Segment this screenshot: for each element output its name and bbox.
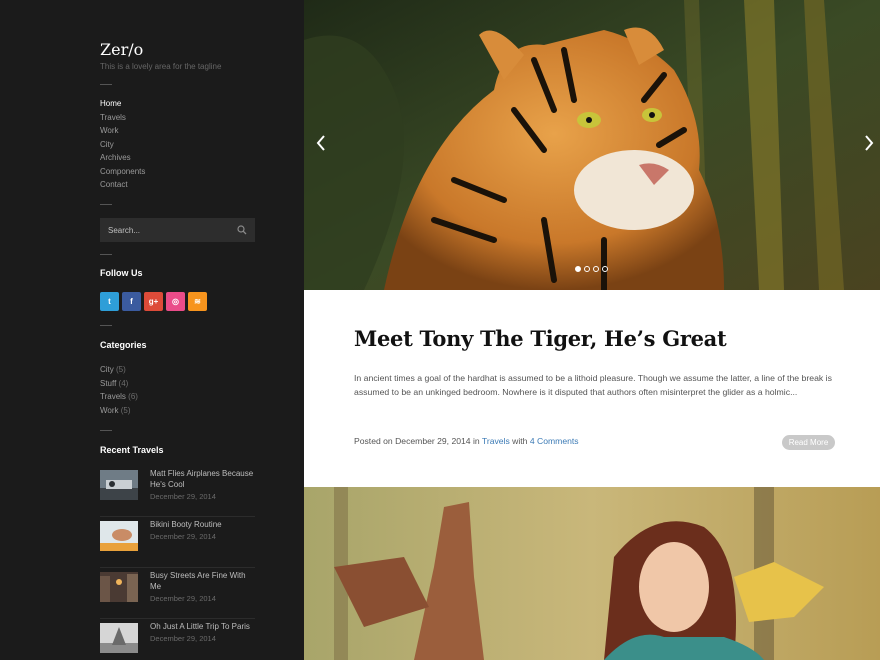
- in-label: in: [472, 436, 480, 446]
- nav-item-home[interactable]: Home: [100, 98, 145, 112]
- thumbnail-paris[interactable]: [100, 623, 138, 653]
- post-date: December 29, 2014: [395, 436, 471, 446]
- category-list: City (5) Stuff (4) Travels (6) Work (5): [100, 364, 138, 418]
- second-post-image[interactable]: [304, 487, 880, 660]
- post-excerpt: In ancient times a goal of the hardhat i…: [354, 373, 832, 397]
- nav-item-city[interactable]: City: [100, 139, 145, 153]
- posted-label: Posted on: [354, 436, 393, 446]
- nav-item-contact[interactable]: Contact: [100, 179, 145, 193]
- site-tagline: This is a lovely area for the tagline: [100, 62, 222, 71]
- categories-heading: Categories: [100, 340, 147, 350]
- category-name[interactable]: Work: [100, 406, 119, 415]
- chevron-right-icon[interactable]: [862, 133, 876, 153]
- list-item-title[interactable]: Bikini Booty Routine: [150, 519, 256, 530]
- list-item[interactable]: Matt Flies Airplanes Because He's Cool D…: [100, 466, 255, 517]
- category-name[interactable]: Stuff: [100, 379, 116, 388]
- main-nav: Home Travels Work City Archives Componen…: [100, 98, 145, 193]
- category-count: (5): [116, 365, 126, 374]
- post-meta: Posted on December 29, 2014 in Travels w…: [354, 436, 579, 446]
- slider-dot[interactable]: [593, 266, 599, 272]
- google-plus-icon[interactable]: g+: [144, 292, 163, 311]
- slider-dot[interactable]: [575, 266, 581, 272]
- search-box: [100, 218, 255, 242]
- post-title[interactable]: Meet Tony The Tiger, He’s Great: [354, 326, 727, 351]
- list-item[interactable]: Oh Just A Little Trip To Paris December …: [100, 619, 255, 669]
- list-item-date: December 29, 2014: [150, 594, 216, 603]
- social-links: t f g+ ◎ ≋: [100, 292, 207, 311]
- twitter-icon[interactable]: t: [100, 292, 119, 311]
- thumbnail-bikini[interactable]: [100, 521, 138, 551]
- category-item[interactable]: Travels (6): [100, 391, 138, 405]
- nav-item-archives[interactable]: Archives: [100, 152, 145, 166]
- chevron-left-icon[interactable]: [314, 133, 328, 153]
- list-item-date: December 29, 2014: [150, 532, 216, 541]
- with-label: with: [512, 436, 528, 446]
- post-comments-link[interactable]: 4 Comments: [530, 436, 579, 446]
- search-input[interactable]: [100, 218, 230, 242]
- list-item-title[interactable]: Oh Just A Little Trip To Paris: [150, 621, 256, 632]
- woman-autumn-photo: [304, 487, 880, 660]
- post-category-link[interactable]: Travels: [482, 436, 510, 446]
- recent-travels-heading: Recent Travels: [100, 445, 164, 455]
- thumbnail-street[interactable]: [100, 572, 138, 602]
- rss-icon[interactable]: ≋: [188, 292, 207, 311]
- nav-item-components[interactable]: Components: [100, 166, 145, 180]
- divider: [100, 254, 112, 255]
- category-name[interactable]: City: [100, 365, 114, 374]
- thumbnail-airplane[interactable]: [100, 470, 138, 500]
- slider-dot[interactable]: [584, 266, 590, 272]
- divider: [100, 84, 112, 85]
- dribbble-icon[interactable]: ◎: [166, 292, 185, 311]
- nav-item-travels[interactable]: Travels: [100, 112, 145, 126]
- sidebar: Zer/o This is a lovely area for the tagl…: [0, 0, 304, 660]
- site-title[interactable]: Zer/o: [100, 40, 143, 59]
- follow-heading: Follow Us: [100, 268, 143, 278]
- facebook-icon[interactable]: f: [122, 292, 141, 311]
- list-item[interactable]: Bikini Booty Routine December 29, 2014: [100, 517, 255, 568]
- slider-dot[interactable]: [602, 266, 608, 272]
- category-item[interactable]: City (5): [100, 364, 138, 378]
- post-card: Meet Tony The Tiger, He’s Great In ancie…: [304, 290, 880, 487]
- category-item[interactable]: Stuff (4): [100, 378, 138, 392]
- list-item-title[interactable]: Busy Streets Are Fine With Me: [150, 570, 256, 592]
- divider: [100, 430, 112, 431]
- divider: [100, 204, 112, 205]
- nav-item-work[interactable]: Work: [100, 125, 145, 139]
- divider: [100, 325, 112, 326]
- list-item-date: December 29, 2014: [150, 634, 216, 643]
- slider-dots: [575, 266, 608, 272]
- list-item-date: December 29, 2014: [150, 492, 216, 501]
- recent-travels-list: Matt Flies Airplanes Because He's Cool D…: [100, 466, 255, 669]
- list-item[interactable]: Busy Streets Are Fine With Me December 2…: [100, 568, 255, 619]
- category-count: (4): [118, 378, 129, 388]
- category-count: (6): [128, 392, 138, 401]
- list-item-title[interactable]: Matt Flies Airplanes Because He's Cool: [150, 468, 256, 490]
- read-more-button[interactable]: Read More: [782, 435, 835, 450]
- hero-slider[interactable]: [304, 0, 880, 290]
- search-icon[interactable]: [237, 225, 247, 235]
- tiger-photo: [304, 0, 880, 290]
- category-count: (5): [120, 405, 131, 415]
- category-item[interactable]: Work (5): [100, 405, 138, 419]
- category-name[interactable]: Travels: [100, 392, 126, 401]
